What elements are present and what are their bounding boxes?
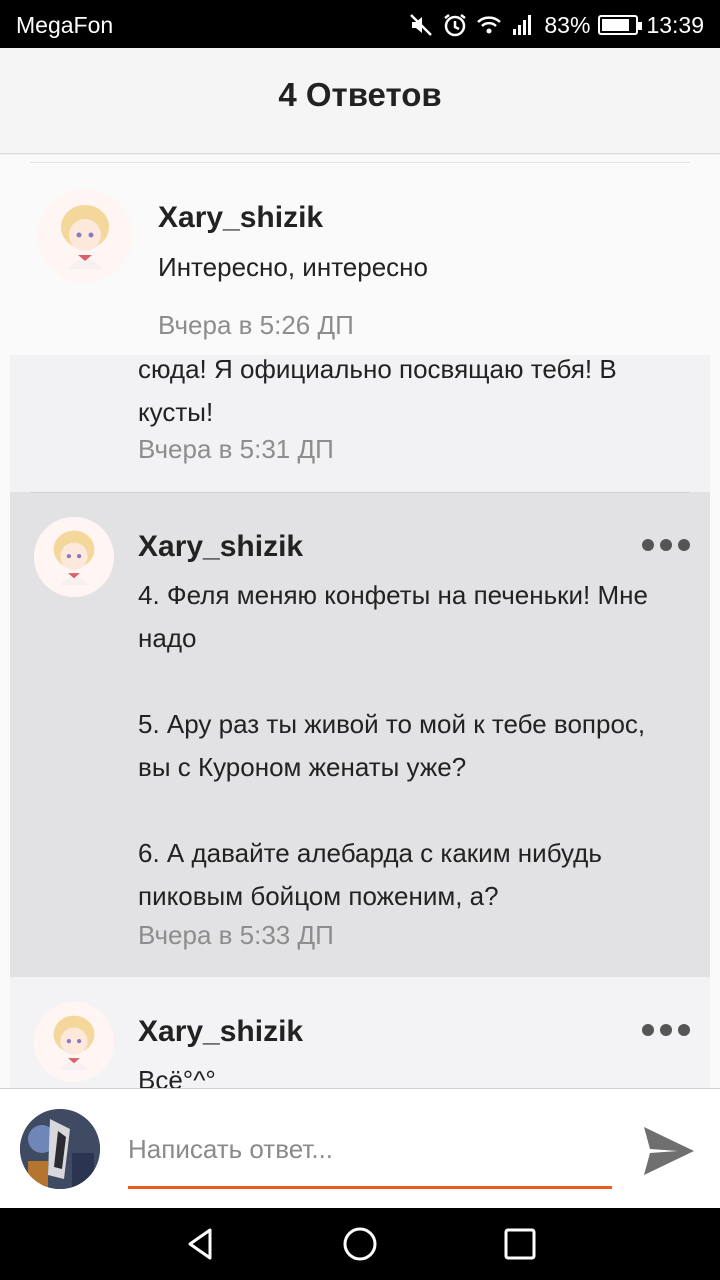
reply-bar: [0, 1088, 720, 1208]
page-title: 4 Ответов: [278, 76, 442, 113]
back-icon[interactable]: [182, 1226, 218, 1262]
divider: [30, 492, 690, 493]
more-options-icon[interactable]: [642, 1022, 690, 1038]
comment-item[interactable]: сюда! Я официально посвящаю тебя! В куст…: [10, 354, 710, 492]
signal-icon: [513, 15, 532, 35]
send-icon[interactable]: [638, 1121, 698, 1181]
carrier-name: MegaFon: [16, 12, 114, 38]
avatar-image: [34, 1002, 114, 1082]
comment-text: сюда! Я официально посвящаю тебя! В куст…: [138, 354, 617, 427]
comment-author[interactable]: Xary_shizik: [138, 530, 303, 564]
comment-item-highlighted[interactable]: Xary_shizik 4. Феля меняю конфеты на печ…: [10, 492, 710, 977]
avatar[interactable]: [34, 517, 114, 597]
app-header: 4 Ответов: [0, 48, 720, 154]
comment-item[interactable]: Xary_shizik Интересно, интересно Вчера в…: [0, 177, 720, 357]
avatar[interactable]: [38, 189, 132, 283]
comment-text: Всё°^°: [138, 1065, 216, 1088]
comment-paragraph: 6. А давайте алебарда с каким нибудь пик…: [138, 838, 602, 911]
battery-level: [602, 19, 629, 31]
my-avatar[interactable]: [20, 1109, 100, 1189]
clock: 13:39: [646, 11, 704, 38]
avatar-image: [34, 517, 114, 597]
comment-time: Вчера в 5:33 ДП: [138, 920, 334, 950]
recents-icon[interactable]: [502, 1226, 538, 1262]
my-avatar-image: [20, 1109, 100, 1189]
avatar-image: [38, 189, 132, 283]
more-options-icon[interactable]: [642, 537, 690, 553]
system-nav-bar: [0, 1208, 720, 1280]
comment-author[interactable]: Xary_shizik: [138, 1015, 303, 1049]
battery-percent: 83%: [544, 11, 591, 38]
comment-time: Вчера в 5:26 ДП: [158, 310, 354, 340]
avatar[interactable]: [34, 1002, 114, 1082]
reply-input[interactable]: [128, 1129, 612, 1169]
wifi-icon: [477, 16, 502, 34]
battery-icon: [598, 15, 643, 35]
comment-item[interactable]: Xary_shizik Всё°^°: [10, 977, 710, 1088]
divider: [30, 162, 690, 163]
home-icon[interactable]: [342, 1226, 378, 1262]
status-icons: 83% 13:39: [408, 10, 704, 40]
reply-input-underline: [128, 1186, 612, 1189]
status-bar: MegaFon 83% 13:39: [0, 0, 720, 48]
alarm-icon: [444, 14, 467, 37]
mute-icon: [410, 14, 433, 36]
comment-paragraph: 4. Феля меняю конфеты на печеньки! Мне н…: [138, 580, 648, 653]
comment-author[interactable]: Xary_shizik: [158, 201, 323, 235]
replies-list[interactable]: Xary_shizik Интересно, интересно Вчера в…: [0, 155, 720, 1088]
comment-paragraph: 5. Ару раз ты живой то мой к тебе вопрос…: [138, 709, 646, 782]
comment-time: Вчера в 5:31 ДП: [138, 434, 334, 464]
comment-text: Интересно, интересно: [158, 252, 429, 282]
